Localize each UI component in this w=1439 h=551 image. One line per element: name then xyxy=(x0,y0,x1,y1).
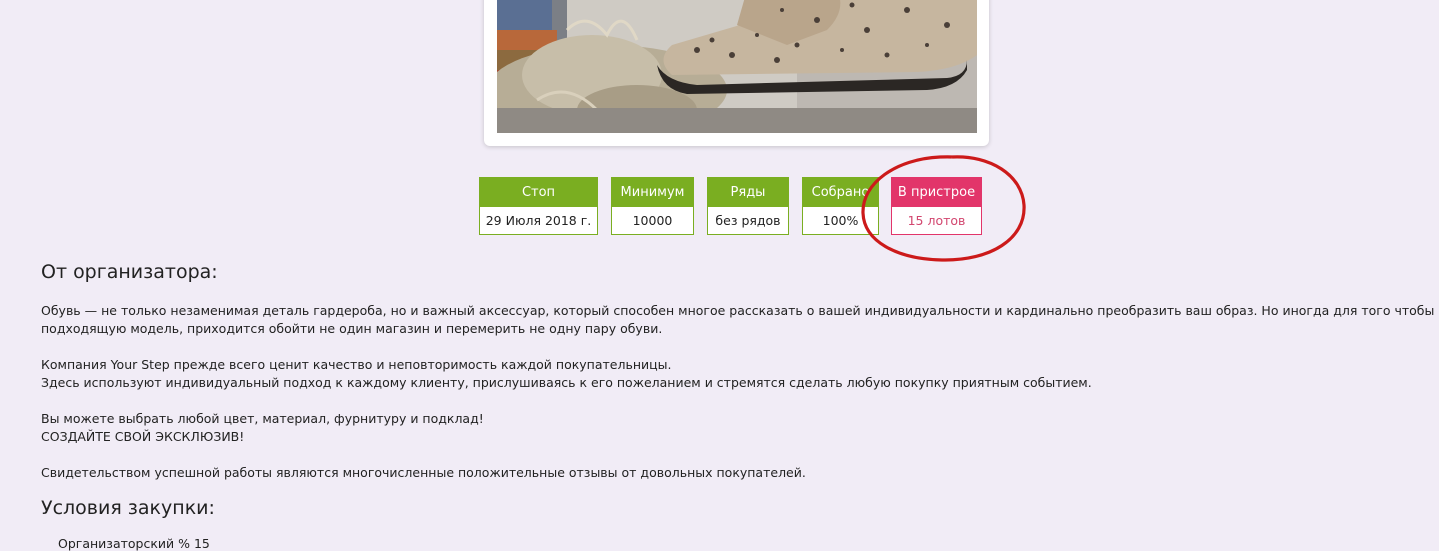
stat-rows-value: без рядов xyxy=(715,213,781,228)
stat-collected-label: Собрано xyxy=(803,178,878,207)
organizer-paragraph-2-line-2: Здесь используют индивидуальный подход к… xyxy=(41,375,1092,390)
conditions-title: Условия закупки: xyxy=(41,497,215,519)
organizer-paragraph-2-line-1: Компания Your Step прежде всего ценит ка… xyxy=(41,357,672,372)
boot-illustration xyxy=(497,0,977,133)
stat-minimum-label: Минимум xyxy=(612,178,693,207)
organizer-title: От организатора: xyxy=(41,261,218,283)
conditions-first-item: Организаторский % 15 xyxy=(58,536,210,551)
stat-stop-label: Стоп xyxy=(480,178,597,207)
stat-in-attachment[interactable]: В пристрое 15 лотов xyxy=(891,177,982,235)
organizer-paragraph-3-line-2: СОЗДАЙТЕ СВОЙ ЭКСКЛЮЗИВ! xyxy=(41,429,245,444)
organizer-paragraph-1-line-1: Обувь — не только незаменимая деталь гар… xyxy=(41,303,1439,318)
stat-rows-label: Ряды xyxy=(708,178,788,207)
stat-rows: Ряды без рядов xyxy=(707,177,789,235)
product-photo[interactable] xyxy=(497,0,977,133)
organizer-paragraph-1-line-2: подходящую модель, приходится обойти не … xyxy=(41,321,663,336)
stat-stop-value: 29 Июля 2018 г. xyxy=(485,213,592,228)
stat-in-attachment-label: В пристрое xyxy=(892,178,981,207)
organizer-paragraph-3-line-1: Вы можете выбрать любой цвет, материал, … xyxy=(41,411,484,426)
stat-minimum-value: 10000 xyxy=(632,213,673,228)
stat-minimum: Минимум 10000 xyxy=(611,177,694,235)
stat-stop-date: Стоп 29 Июля 2018 г. xyxy=(479,177,598,235)
stat-collected-value: 100% xyxy=(822,213,859,228)
product-photo-card xyxy=(484,0,989,146)
stat-in-attachment-value[interactable]: 15 лотов xyxy=(892,207,981,234)
organizer-paragraph-4: Свидетельством успешной работы являются … xyxy=(41,465,806,480)
stat-collected: Собрано 100% xyxy=(802,177,879,235)
